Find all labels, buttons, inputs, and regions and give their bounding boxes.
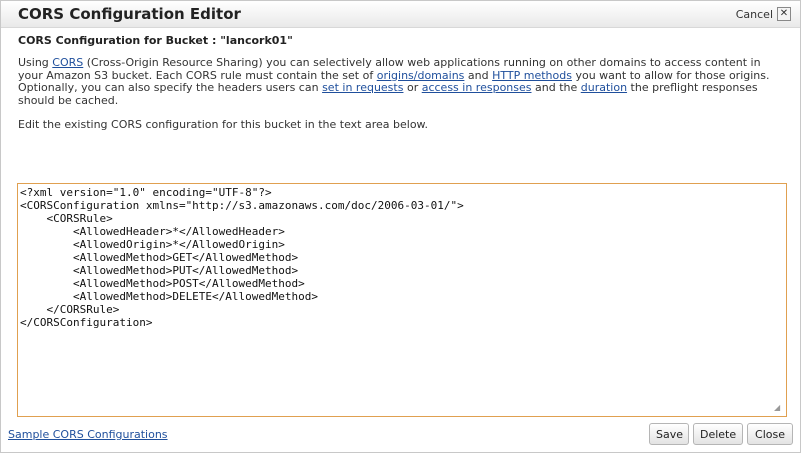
cancel-link[interactable]: Cancel — [736, 8, 773, 21]
desc-text-3: and — [464, 68, 493, 82]
duration-link[interactable]: duration — [581, 81, 627, 94]
http-methods-link[interactable]: HTTP methods — [492, 69, 572, 82]
desc-text-6: and the — [531, 81, 581, 94]
resize-grip-icon[interactable]: ◢ — [774, 404, 782, 412]
dialog-title: CORS Configuration Editor — [18, 5, 241, 23]
delete-button[interactable]: Delete — [693, 423, 743, 445]
edit-instruction: Edit the existing CORS configuration for… — [18, 118, 429, 131]
close-button[interactable]: Close — [747, 423, 793, 445]
save-button[interactable]: Save — [649, 423, 689, 445]
desc-text-5: or — [403, 81, 422, 94]
origins-domains-link[interactable]: origins/domains — [377, 69, 465, 82]
access-in-responses-link[interactable]: access in responses — [422, 81, 532, 94]
set-in-requests-link[interactable]: set in requests — [322, 81, 403, 94]
cors-config-textarea[interactable]: <?xml version="1.0" encoding="UTF-8"?> <… — [17, 183, 787, 417]
cors-description: Using CORS (Cross-Origin Resource Sharin… — [18, 56, 788, 107]
sample-cors-configurations-link[interactable]: Sample CORS Configurations — [8, 428, 168, 441]
desc-text-1: Using — [18, 56, 53, 69]
cancel-control: Cancel ✕ — [736, 7, 791, 21]
bucket-subtitle: CORS Configuration for Bucket : "lancork… — [18, 34, 293, 47]
cors-editor-dialog: CORS Configuration Editor Cancel ✕ CORS … — [0, 0, 801, 453]
close-icon[interactable]: ✕ — [777, 7, 791, 21]
cors-link[interactable]: CORS — [52, 56, 83, 69]
dialog-titlebar: CORS Configuration Editor Cancel ✕ — [1, 1, 800, 28]
